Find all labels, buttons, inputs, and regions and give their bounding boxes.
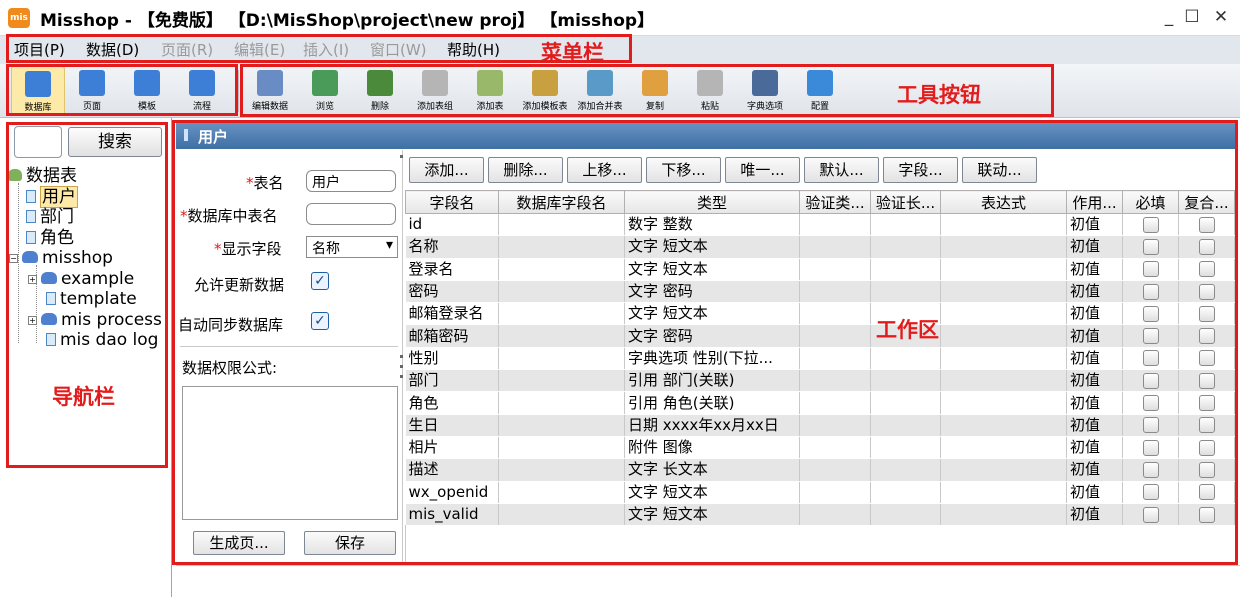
- navigation-buttons-highlight: [6, 64, 238, 116]
- menubar-highlight: [6, 34, 632, 63]
- workarea-annotation: 工作区: [876, 318, 939, 342]
- window-title: Misshop - 【免费版】 【D:\MisShop\project\new …: [40, 11, 655, 31]
- close-button[interactable]: ✕: [1210, 6, 1232, 28]
- maximize-button[interactable]: ☐: [1181, 6, 1203, 28]
- app-logo: mis: [8, 8, 30, 28]
- workarea-highlight: [172, 120, 1238, 565]
- toolbar-annotation: 工具按钮: [897, 83, 981, 107]
- toolbar-separator: [238, 70, 239, 112]
- work-area-footer: [176, 565, 1240, 597]
- navbar-highlight: [6, 122, 168, 468]
- title-bar: mis Misshop - 【免费版】 【D:\MisShop\project\…: [0, 0, 1240, 36]
- menubar-annotation: 菜单栏: [541, 41, 604, 65]
- minimize-button[interactable]: _: [1158, 6, 1180, 28]
- navbar-annotation: 导航栏: [52, 385, 115, 409]
